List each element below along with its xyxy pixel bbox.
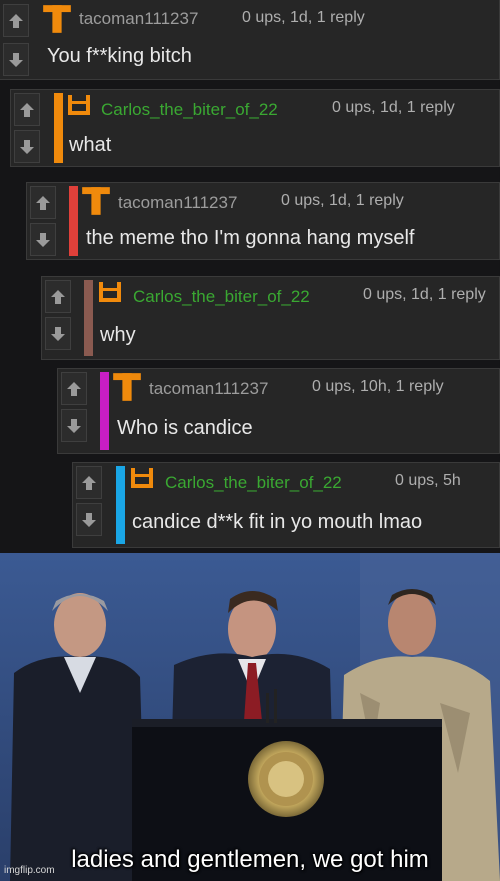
comment-item: tacoman111237 0 ups, 1d, 1 reply the mem… (26, 182, 500, 260)
downvote-button[interactable] (45, 317, 71, 350)
arrow-down-icon (9, 52, 23, 67)
comment-item: Carlos_the_biter_of_22 0 ups, 1d, 1 repl… (41, 276, 500, 360)
comment-item: Carlos_the_biter_of_22 0 ups, 5h candice… (72, 462, 500, 548)
username-link[interactable]: tacoman111237 (149, 379, 268, 399)
comment-text: candice d**k fit in yo mouth lmao (132, 511, 423, 533)
t-letter-icon[interactable] (42, 4, 72, 34)
upvote-button[interactable] (76, 466, 102, 499)
username-link[interactable]: tacoman111237 (118, 193, 237, 213)
arrow-up-icon (36, 195, 50, 210)
username-link[interactable]: Carlos_the_biter_of_22 (133, 287, 310, 307)
comment-meta: 0 ups, 10h, 1 reply (312, 378, 444, 395)
comment-text: You f**king bitch (47, 45, 192, 67)
comment-meta: 0 ups, 5h (395, 472, 461, 489)
arrow-up-icon (9, 13, 23, 28)
arrow-up-icon (20, 102, 34, 117)
reply-depth-bar (69, 186, 78, 256)
upvote-button[interactable] (3, 4, 29, 37)
arrow-down-icon (20, 139, 34, 154)
press-conference-scene (0, 553, 500, 881)
username-link[interactable]: Carlos_the_biter_of_22 (165, 473, 342, 493)
meme-caption: ladies and gentlemen, we got him (71, 846, 429, 873)
vote-controls (73, 463, 104, 547)
vote-controls (27, 183, 58, 259)
face-block-icon[interactable] (129, 466, 155, 492)
comment-thread: tacoman111237 0 ups, 1d, 1 reply You f**… (0, 0, 500, 553)
username-link[interactable]: Carlos_the_biter_of_22 (101, 100, 278, 120)
arrow-down-icon (82, 512, 96, 527)
arrow-down-icon (51, 326, 65, 341)
upvote-button[interactable] (45, 280, 71, 313)
arrow-up-icon (51, 289, 65, 304)
t-letter-icon[interactable] (81, 186, 111, 216)
downvote-button[interactable] (76, 503, 102, 536)
arrow-down-icon (67, 418, 81, 433)
vote-controls (42, 277, 73, 359)
watermark-text: imgflip.com (4, 865, 55, 876)
arrow-up-icon (67, 381, 81, 396)
vote-controls (11, 90, 42, 166)
comment-item: tacoman111237 0 ups, 10h, 1 reply Who is… (57, 368, 500, 454)
comment-text: why (100, 324, 136, 346)
vote-controls (58, 369, 89, 453)
vote-controls (0, 0, 31, 79)
downvote-button[interactable] (30, 223, 56, 256)
upvote-button[interactable] (61, 372, 87, 405)
comment-item: tacoman111237 0 ups, 1d, 1 reply You f**… (0, 0, 500, 80)
reply-depth-bar (54, 93, 63, 163)
comment-item: Carlos_the_biter_of_22 0 ups, 1d, 1 repl… (10, 89, 500, 167)
username-link[interactable]: tacoman111237 (79, 9, 198, 29)
meme-image: ladies and gentlemen, we got him imgflip… (0, 553, 500, 881)
downvote-button[interactable] (14, 130, 40, 163)
comment-text: what (69, 134, 112, 156)
comment-meta: 0 ups, 1d, 1 reply (242, 9, 365, 26)
t-letter-icon[interactable] (112, 372, 142, 402)
arrow-down-icon (36, 232, 50, 247)
face-block-icon[interactable] (66, 93, 92, 119)
downvote-button[interactable] (61, 409, 87, 442)
arrow-up-icon (82, 475, 96, 490)
downvote-button[interactable] (3, 43, 29, 76)
comment-meta: 0 ups, 1d, 1 reply (332, 99, 455, 116)
comment-text: Who is candice (117, 417, 253, 439)
reply-depth-bar (116, 466, 125, 544)
comment-meta: 0 ups, 1d, 1 reply (363, 286, 486, 303)
reply-depth-bar (100, 372, 109, 450)
comment-meta: 0 ups, 1d, 1 reply (281, 192, 404, 209)
face-block-icon[interactable] (97, 280, 123, 306)
upvote-button[interactable] (30, 186, 56, 219)
reply-depth-bar (84, 280, 93, 356)
upvote-button[interactable] (14, 93, 40, 126)
comment-text: the meme tho I'm gonna hang myself (86, 227, 415, 249)
